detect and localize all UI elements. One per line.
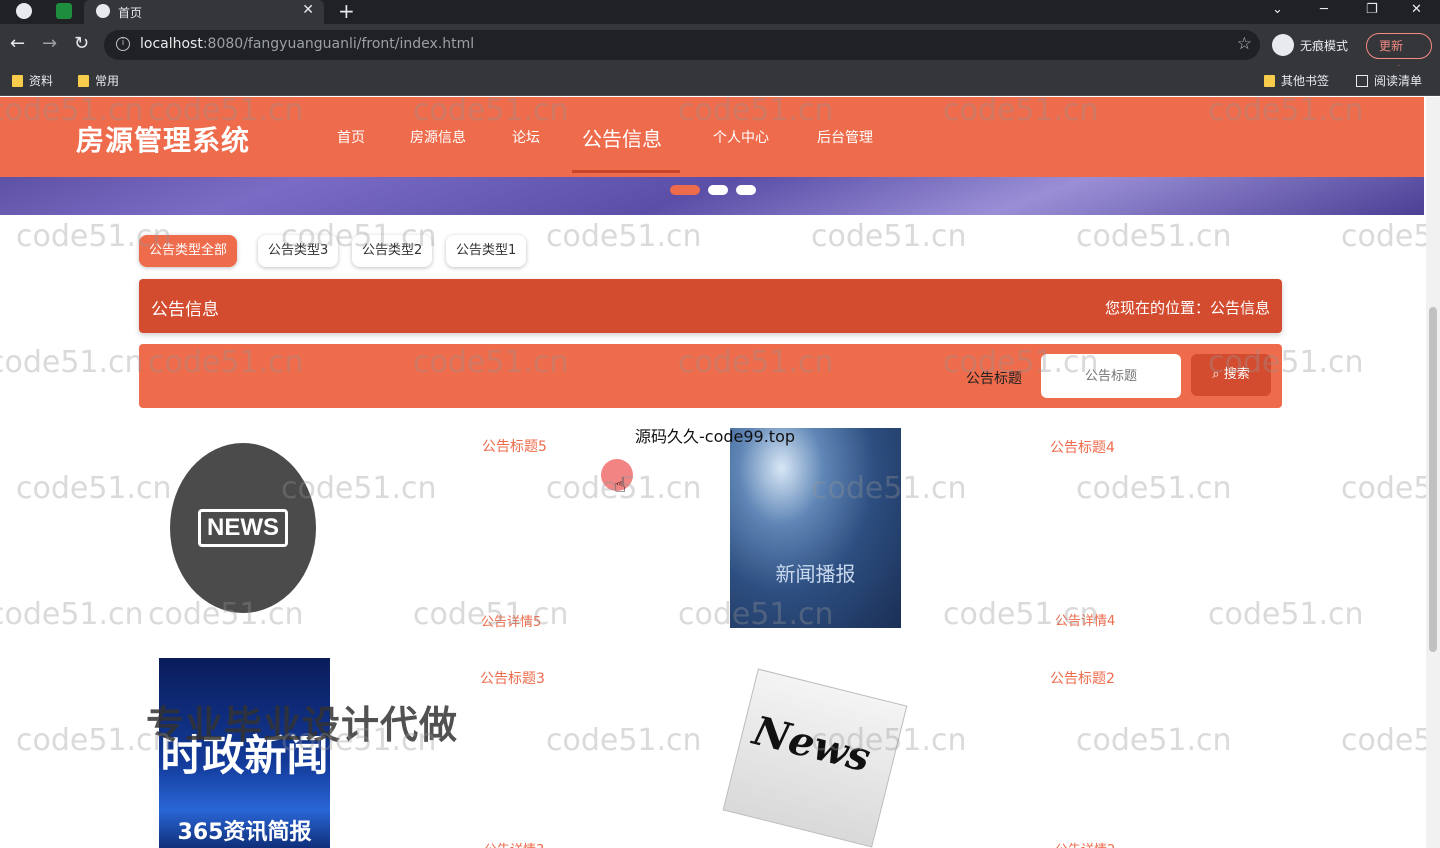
other-bookmarks[interactable]: 其他书签: [1264, 72, 1329, 89]
promo-overlay-text: 专业毕业设计代做: [146, 703, 459, 747]
close-window-icon[interactable]: ✕: [1411, 0, 1422, 20]
search-input[interactable]: [1041, 354, 1181, 398]
carousel-dots[interactable]: [670, 185, 756, 195]
bookmark-folder-1[interactable]: 资料: [12, 72, 53, 89]
carousel-dot[interactable]: [736, 185, 756, 195]
close-icon[interactable]: ✕: [302, 2, 314, 18]
card-image-newspaper[interactable]: News: [722, 668, 908, 848]
search-button[interactable]: ⌕ 搜索: [1191, 354, 1271, 396]
watermark: code51.cn: [1076, 471, 1232, 506]
carousel-dot[interactable]: [670, 185, 700, 195]
card-title[interactable]: 公告标题2: [1050, 668, 1115, 688]
filter-type3[interactable]: 公告类型3: [258, 235, 339, 267]
watermark: code51.cn: [1341, 471, 1426, 506]
news-logo-text: NEWS: [198, 509, 288, 547]
bookmarks-bar: 资料 常用 其他书签 阅读清单: [0, 66, 1440, 96]
app-tab-icon[interactable]: [56, 3, 72, 19]
nav-listings[interactable]: 房源信息: [410, 127, 466, 147]
watermark: code51.cn: [546, 219, 702, 254]
card-image-broadcast[interactable]: 新闻播报: [730, 428, 901, 628]
card-detail: 公告详情2: [1055, 839, 1115, 848]
nav-admin[interactable]: 后台管理: [817, 127, 873, 147]
incognito-icon: [1272, 34, 1294, 56]
source-overlay-text: 源码久久-code99.top: [635, 427, 796, 446]
tab-search-icon[interactable]: ⌄: [1272, 0, 1283, 20]
reading-list[interactable]: 阅读清单: [1356, 72, 1422, 89]
folder-icon: [12, 74, 23, 87]
forward-icon[interactable]: →: [42, 34, 57, 54]
card-detail: 公告详情4: [1055, 614, 1116, 629]
globe-icon: [96, 4, 110, 18]
bookmark-star-icon[interactable]: ☆: [1237, 34, 1252, 54]
nav-announcements[interactable]: 公告信息: [582, 123, 662, 152]
folder-icon: [78, 74, 89, 87]
filter-type2[interactable]: 公告类型2: [352, 235, 433, 267]
browser-logo-icon[interactable]: [16, 3, 32, 19]
watermark: code51.cn: [1341, 219, 1426, 254]
section-title: 公告信息: [151, 300, 219, 320]
browser-toolbar: ← → ↻ i localhost:8080/fangyuanguanli/fr…: [0, 24, 1440, 66]
page-scrollbar[interactable]: [1426, 97, 1440, 848]
new-tab-icon[interactable]: +: [338, 0, 355, 22]
watermark: code51.cn: [16, 471, 172, 506]
nav-profile[interactable]: 个人中心: [713, 127, 769, 147]
watermark: code51.cn: [0, 345, 144, 380]
politics-image-subtext: 365资讯简报: [177, 820, 312, 845]
card-title[interactable]: 公告标题5: [482, 436, 547, 456]
carousel-dot[interactable]: [708, 185, 728, 195]
url-text[interactable]: localhost:8080/fangyuanguanli/front/inde…: [140, 36, 474, 52]
section-title-bar: 公告信息 您现在的位置：公告信息: [139, 279, 1282, 333]
site-logo[interactable]: 房源管理系统: [76, 119, 250, 159]
incognito-label: 无痕模式: [1300, 38, 1349, 53]
site-header: 房源管理系统 首页 房源信息 论坛 公告信息 个人中心 后台管理: [0, 97, 1424, 177]
card-title[interactable]: 公告标题4: [1050, 437, 1115, 457]
watermark: code51.cn: [546, 723, 702, 758]
hand-cursor-icon: ☝: [614, 473, 627, 497]
card-image-news[interactable]: NEWS: [170, 443, 316, 613]
watermark: code51.cn: [1076, 723, 1232, 758]
scrollbar-thumb[interactable]: [1429, 307, 1437, 652]
card-detail: 公告详情5: [481, 615, 542, 630]
search-icon: ⌕: [1212, 367, 1220, 382]
filter-type1[interactable]: 公告类型1: [446, 235, 527, 267]
reload-icon[interactable]: ↻: [74, 34, 89, 54]
back-icon[interactable]: ←: [10, 34, 25, 54]
watermark: code51.cn: [1208, 597, 1364, 632]
nav-forum[interactable]: 论坛: [512, 127, 540, 147]
tab-title: 首页: [118, 6, 143, 20]
browser-tabbar: 首页 ✕ + ⌄ ─ ❐ ✕: [0, 0, 1440, 24]
watermark: code51.cn: [0, 597, 144, 632]
page: 房源管理系统 首页 房源信息 论坛 公告信息 个人中心 后台管理 公告类型全部 …: [0, 97, 1426, 848]
site-info-icon[interactable]: i: [116, 37, 130, 51]
card-image-politics[interactable]: 时政新闻 365资讯简报: [159, 658, 330, 848]
incognito-indicator[interactable]: 无痕模式: [1272, 34, 1348, 56]
restore-icon[interactable]: ❐: [1366, 0, 1378, 20]
update-button[interactable]: 更新 ⋮: [1366, 33, 1432, 77]
nav-active-indicator: [572, 170, 680, 173]
reading-list-icon: [1356, 74, 1368, 87]
tab-home[interactable]: 首页 ✕: [84, 0, 324, 24]
search-label: 公告标题: [966, 371, 1022, 387]
address-bar[interactable]: i localhost:8080/fangyuanguanli/front/in…: [104, 30, 1260, 60]
broadcast-image-text: 新闻播报: [775, 562, 856, 586]
card-title[interactable]: 公告标题3: [480, 668, 545, 688]
search-bar: 公告标题 ⌕ 搜索: [139, 344, 1282, 408]
watermark: code51.cn: [1341, 723, 1426, 758]
bookmark-folder-2[interactable]: 常用: [78, 72, 119, 89]
filter-all[interactable]: 公告类型全部: [139, 235, 238, 267]
nav-home[interactable]: 首页: [337, 127, 365, 147]
card-detail: 公告详情3: [484, 839, 544, 848]
watermark: code51.cn: [811, 219, 967, 254]
breadcrumb: 您现在的位置：公告信息: [1104, 299, 1270, 317]
newspaper-image-text: News: [748, 707, 876, 782]
folder-icon: [1264, 74, 1275, 87]
minimize-icon[interactable]: ─: [1320, 0, 1328, 20]
watermark: code51.cn: [1076, 219, 1232, 254]
